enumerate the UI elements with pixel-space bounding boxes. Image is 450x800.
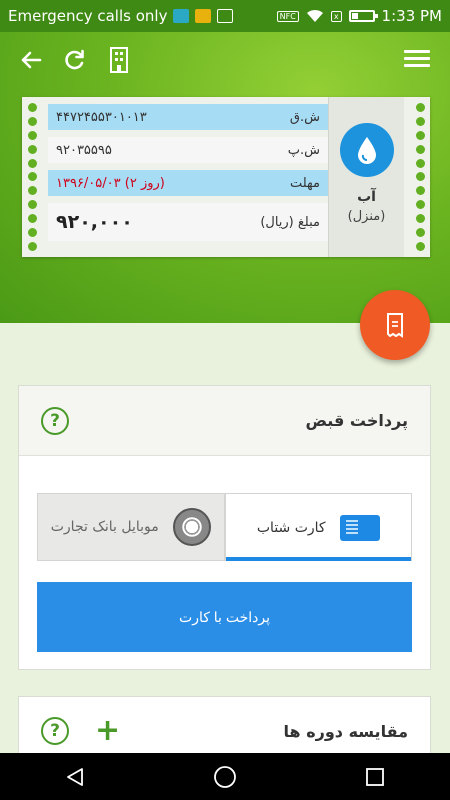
back-button[interactable] [16, 45, 46, 75]
expand-plus-icon[interactable]: + [95, 716, 120, 746]
due-date-label: مهلت [289, 175, 320, 191]
building-icon [110, 47, 128, 73]
bill-id-value: ۴۴۷۲۴۵۵۳۰۱۰۱۳ [56, 109, 147, 125]
pay-with-card-button[interactable]: پرداخت با کارت [37, 582, 412, 652]
service-type: (منزل) [347, 209, 386, 224]
sim-icon: x [330, 10, 342, 22]
bill-rows: ۴۴۷۲۴۵۵۳۰۱۰۱۳ ش.ق ۹۲۰۳۵۵۹۵ ش.پ ۱۳۹۶/۰۵/۰… [48, 104, 328, 248]
refresh-icon [65, 49, 84, 70]
payment-card: ? پرداخت قبض موبایل بانک تجارت کارت شتاب… [18, 385, 431, 670]
ticket-perforation-left [26, 103, 38, 251]
wifi-icon [306, 9, 323, 22]
receipt-icon [387, 313, 403, 338]
notification-image-icon [217, 9, 234, 23]
notification-app-icon [173, 9, 190, 23]
header: ۴۴۷۲۴۵۵۳۰۱۰۱۳ ش.ق ۹۲۰۳۵۵۹۵ ش.پ ۱۳۹۶/۰۵/۰… [0, 32, 450, 323]
toolbar [0, 32, 450, 88]
back-arrow-icon [21, 51, 42, 69]
compare-actions: ? + [41, 716, 120, 746]
carrier-text: Emergency calls only [8, 7, 168, 25]
bank-tejarat-logo-icon [172, 508, 211, 546]
amount-row: ۹۲۰,۰۰۰ مبلغ (ریال) [48, 203, 328, 241]
clock: 1:33 PM [381, 7, 442, 25]
notification-store-icon [195, 9, 212, 23]
service-name: آب [357, 189, 376, 205]
building-button[interactable] [104, 45, 134, 75]
tab-shetab-card-label: کارت شتاب [256, 519, 326, 536]
tab-shetab-card[interactable]: کارت شتاب [224, 493, 412, 561]
water-drop-icon [339, 123, 394, 177]
nav-home-icon[interactable] [213, 765, 237, 789]
payment-id-row: ۹۲۰۳۵۵۹۵ ش.پ [48, 137, 328, 163]
payment-method-tabs: موبایل بانک تجارت کارت شتاب [37, 493, 412, 561]
hamburger-menu-icon[interactable] [404, 46, 430, 72]
refresh-button[interactable] [60, 45, 90, 75]
amount-value: ۹۲۰,۰۰۰ [56, 211, 133, 233]
nav-back-icon[interactable] [64, 766, 86, 788]
receipt-fab-button[interactable] [360, 290, 430, 360]
bill-id-row: ۴۴۷۲۴۵۵۳۰۱۰۱۳ ش.ق [48, 104, 328, 130]
service-panel: آب (منزل) [328, 97, 404, 257]
due-date-value: ۱۳۹۶/۰۵/۰۳ (۲ روز) [56, 175, 165, 191]
payment-card-header: ? پرداخت قبض [19, 386, 430, 456]
nfc-icon: NFC [276, 10, 299, 22]
tab-mobile-bank[interactable]: موبایل بانک تجارت [37, 493, 225, 561]
payment-help-icon[interactable]: ? [41, 406, 69, 435]
compare-title: مقایسه دوره ها [283, 721, 408, 741]
credit-card-icon [339, 514, 380, 541]
tab-mobile-bank-label: موبایل بانک تجارت [50, 519, 159, 535]
amount-label: مبلغ (ریال) [260, 214, 320, 230]
status-right: NFC x 1:33 PM [276, 7, 442, 25]
status-bar: Emergency calls only NFC x 1:33 PM [0, 0, 450, 32]
payment-id-value: ۹۲۰۳۵۵۹۵ [56, 142, 112, 158]
compare-help-icon[interactable]: ? [41, 717, 69, 745]
bill-card[interactable]: ۴۴۷۲۴۵۵۳۰۱۰۱۳ ش.ق ۹۲۰۳۵۵۹۵ ش.پ ۱۳۹۶/۰۵/۰… [22, 97, 430, 257]
nav-recents-icon[interactable] [364, 766, 386, 788]
ticket-perforation-right [414, 103, 426, 251]
system-nav-bar [0, 753, 450, 800]
bill-id-label: ش.ق [289, 109, 320, 125]
status-left: Emergency calls only [8, 7, 234, 25]
battery-icon [348, 10, 378, 22]
due-date-row: ۱۳۹۶/۰۵/۰۳ (۲ روز) مهلت [48, 170, 328, 196]
payment-id-label: ش.پ [287, 142, 320, 158]
payment-title: پرداخت قبض [305, 411, 408, 430]
